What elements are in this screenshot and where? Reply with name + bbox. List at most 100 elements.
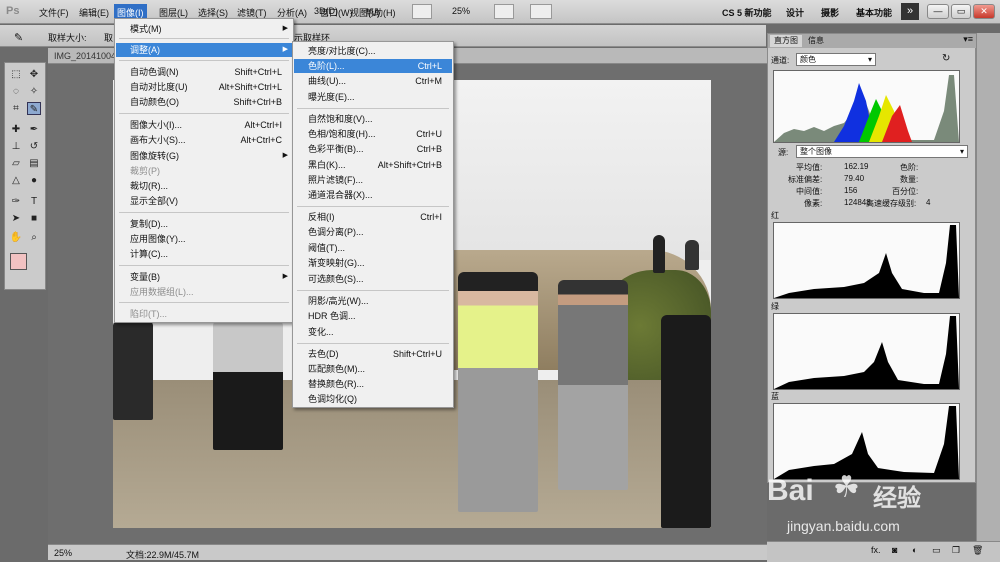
menu-item-adjustments[interactable]: 调整(A) ▶ (116, 43, 292, 57)
source-select[interactable]: 整个图像 ▾ (796, 145, 968, 158)
new-layer-icon[interactable]: ❐ (952, 545, 960, 556)
menu-item-photo-filter[interactable]: 照片滤镜(F)... (294, 173, 452, 187)
menu-item-canvas-size[interactable]: 画布大小(S)... Alt+Ctrl+C (116, 133, 292, 147)
panel-menu-icon[interactable]: ▾≡ (963, 34, 973, 45)
menu-item-duplicate[interactable]: 复制(D)... (116, 217, 292, 231)
eyedropper-icon[interactable]: ✎ (14, 31, 23, 44)
blue-channel-label: 蓝 (771, 392, 779, 401)
menu-item-exposure[interactable]: 曝光度(E)... (294, 90, 452, 104)
more-workspaces-button[interactable]: » (901, 3, 919, 20)
photo-person-edge (113, 320, 153, 420)
menu-item-trim[interactable]: 裁切(R)... (116, 179, 292, 193)
histogram-panel: 直方图 信息 ▾≡ 通道: 颜色 ▾ ↻ 源: 整个图像 ▾ 平均值: 162.19… (767, 33, 977, 483)
menu-item-threshold[interactable]: 阈值(T)... (294, 241, 452, 255)
menu-item-variations[interactable]: 变化... (294, 325, 452, 339)
screen-mode-button[interactable] (412, 4, 432, 19)
menu-item-calculations[interactable]: 计算(C)... (116, 247, 292, 261)
refresh-icon[interactable]: ↻ (942, 53, 950, 64)
eraser-icon[interactable]: ▱ (9, 157, 23, 170)
watermark-brand: Bai (767, 474, 814, 507)
new-group-icon[interactable]: ▭ (932, 545, 941, 556)
workspace-essentials[interactable]: 基本功能 (856, 6, 892, 19)
path-select-icon[interactable]: ➤ (9, 212, 23, 225)
menu-item-vibrance[interactable]: 自然饱和度(V)... (294, 112, 452, 126)
menu-item-invert[interactable]: 反相(I) Ctrl+I (294, 210, 452, 224)
photo-person-rock-2 (685, 240, 699, 270)
menu-item-color-balance[interactable]: 色彩平衡(B)... Ctrl+B (294, 142, 452, 156)
menu-item-hue-saturation[interactable]: 色相/饱和度(H)... Ctrl+U (294, 127, 452, 141)
menu-item-mode[interactable]: 模式(M) ▶ (116, 22, 292, 36)
sample-size-select[interactable]: 取 (104, 31, 113, 44)
menu-item-channel-mixer[interactable]: 通道混合器(X)... (294, 188, 452, 202)
menu-item-auto-tone[interactable]: 自动色调(N) Shift+Ctrl+L (116, 65, 292, 79)
collapsed-panels-strip[interactable] (976, 33, 1000, 543)
shape-icon[interactable]: ■ (27, 212, 41, 225)
fx-icon[interactable]: fx. (871, 545, 881, 555)
workspace-cs5-new[interactable]: CS 5 新功能 (722, 6, 772, 19)
delete-layer-icon[interactable]: 🗑 (972, 545, 983, 556)
quick-select-icon[interactable]: ✧ (27, 85, 41, 98)
document-size-info[interactable]: 文档:22.9M/45.7M (126, 548, 199, 561)
menu-help[interactable]: 帮助(H) (363, 6, 398, 19)
crop-icon[interactable]: ⌗ (9, 102, 23, 115)
gradient-icon[interactable]: ▤ (27, 157, 41, 170)
menu-item-variables[interactable]: 变量(B) ▶ (116, 270, 292, 284)
menu-item-gradient-map[interactable]: 渐变映射(G)... (294, 256, 452, 270)
brush-icon[interactable]: ✒ (27, 123, 41, 136)
menu-item-desaturate[interactable]: 去色(D) Shift+Ctrl+U (294, 347, 452, 361)
menu-item-auto-color[interactable]: 自动颜色(O) Shift+Ctrl+B (116, 95, 292, 109)
menu-item-trap: 陷印(T)... (130, 309, 167, 319)
history-brush-icon[interactable]: ↺ (27, 140, 41, 153)
menu-item-levels[interactable]: 色阶(L)... Ctrl+L (294, 59, 452, 73)
menu-item-hdr-toning[interactable]: HDR 色调... (294, 309, 452, 323)
move-icon[interactable]: ✥ (27, 68, 41, 81)
minimize-button[interactable]: — (927, 4, 949, 19)
workspace-photography[interactable]: 摄影 (821, 6, 839, 19)
menu-item-brightness-contrast[interactable]: 亮度/对比度(C)... (294, 44, 452, 58)
zoom-status[interactable]: 25% (54, 548, 72, 558)
menu-item-apply-image[interactable]: 应用图像(Y)... (116, 232, 292, 246)
menu-item-curves[interactable]: 曲线(U)... Ctrl+M (294, 74, 452, 88)
zoom-select[interactable]: 25% (452, 6, 470, 16)
menu-item-equalize[interactable]: 色调均化(Q) (294, 392, 452, 406)
pen-icon[interactable]: ✑ (9, 195, 23, 208)
arrange-docs-button[interactable] (494, 4, 514, 19)
lasso-icon[interactable]: ◌ (9, 85, 23, 98)
document-title: IMG_20141004 (54, 51, 117, 61)
zoom-icon[interactable]: ⌕ (27, 231, 41, 244)
menu-window[interactable]: 窗口(W) (318, 6, 355, 19)
channel-label: 通道: (771, 56, 790, 65)
channel-select[interactable]: 颜色 ▾ (796, 53, 876, 66)
photo-person-rock (653, 235, 665, 273)
screen-layout-button[interactable] (530, 4, 552, 19)
type-icon[interactable]: T (27, 195, 41, 208)
workspace-design[interactable]: 设计 (786, 6, 804, 19)
menu-item-replace-color[interactable]: 替换颜色(R)... (294, 377, 452, 391)
menu-item-image-rotation[interactable]: 图像旋转(G) ▶ (116, 149, 292, 163)
tab-info[interactable]: 信息 (804, 35, 828, 47)
close-button[interactable]: ✕ (973, 4, 995, 19)
maximize-button[interactable]: ▭ (951, 4, 971, 19)
menu-item-shadows-highlights[interactable]: 阴影/高光(W)... (294, 294, 452, 308)
tools-panel: ⬚ ✥ ◌ ✧ ⌗ ✎ ✚ ✒ ⊥ ↺ ▱ ▤ △ ● ✑ T ➤ ■ ✋ ⌕ (4, 62, 46, 290)
menu-item-auto-contrast[interactable]: 自动对比度(U) Alt+Shift+Ctrl+L (116, 80, 292, 94)
menu-item-posterize[interactable]: 色调分离(P)... (294, 225, 452, 239)
menu-item-selective-color[interactable]: 可选颜色(S)... (294, 272, 452, 286)
menu-item-black-white[interactable]: 黑白(K)... Alt+Shift+Ctrl+B (294, 158, 452, 172)
tab-histogram[interactable]: 直方图 (770, 35, 802, 47)
layers-panel-footer: fx. ◙ ◐ ▭ ❐ 🗑 (767, 541, 1000, 562)
dodge-icon[interactable]: ● (27, 174, 41, 187)
clone-stamp-icon[interactable]: ⊥ (9, 140, 23, 153)
adjustment-layer-icon[interactable]: ◐ (912, 545, 917, 555)
eyedropper-tool-icon[interactable]: ✎ (27, 102, 41, 115)
blur-icon[interactable]: △ (9, 174, 23, 187)
stddev-label: 标准偏差: (788, 175, 823, 184)
marquee-icon[interactable]: ⬚ (9, 68, 23, 81)
mask-icon[interactable]: ◙ (892, 545, 897, 555)
hand-icon[interactable]: ✋ (9, 231, 23, 244)
menu-item-match-color[interactable]: 匹配颜色(M)... (294, 362, 452, 376)
healing-brush-icon[interactable]: ✚ (9, 123, 23, 136)
menu-item-reveal-all[interactable]: 显示全部(V) (116, 194, 292, 208)
foreground-color-swatch[interactable] (10, 253, 27, 270)
menu-item-image-size[interactable]: 图像大小(I)... Alt+Ctrl+I (116, 118, 292, 132)
